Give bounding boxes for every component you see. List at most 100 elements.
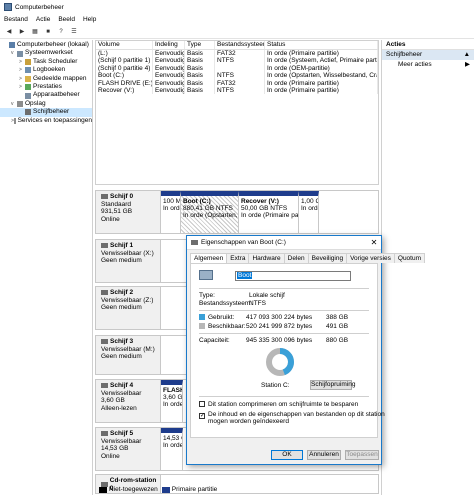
free-gb: 491 GB [326, 323, 349, 330]
disk-row[interactable]: Schijf 0Standaard931,51 GBOnline100 MBIn… [95, 190, 379, 234]
title-bar: Computerbeheer [0, 0, 474, 14]
disk-name-row: Schijf 1 [101, 242, 160, 250]
disk-icon [101, 383, 108, 389]
partition-block[interactable]: Boot (C:) 880,41 GB NTFS In orde (Opstarte… [181, 191, 239, 233]
disk-icon [101, 431, 108, 437]
properties-icon[interactable]: ■ [43, 27, 53, 37]
disk-info: Geen medium [101, 304, 142, 311]
tree-item[interactable]: > Prestaties [0, 83, 92, 91]
table-cell: (Schijf 0 partitie 1) [96, 57, 153, 65]
list-icon[interactable]: ☰ [69, 27, 79, 37]
partition-text: 1,00 GB [301, 198, 318, 205]
partition-block[interactable]: 14,53 GIn orde [161, 428, 183, 470]
index-checkbox[interactable]: ✓ [199, 413, 205, 419]
disk-info: 14,53 GB [101, 445, 129, 452]
more-actions[interactable]: Meer acties ▶ [382, 60, 474, 70]
menu-file[interactable]: Bestand [4, 16, 28, 23]
station-label: Station C: [261, 382, 290, 389]
disk-label[interactable]: Schijf 1 Verwisselbaar (X:) Geen medium [95, 239, 161, 283]
partition-text: Recover (V:) [241, 198, 279, 205]
more-actions-label: Meer acties [398, 61, 432, 68]
console-tree-icon[interactable]: ▦ [30, 27, 40, 37]
compress-checkbox[interactable] [199, 401, 205, 407]
help-icon[interactable]: ? [56, 27, 66, 37]
table-cell: In orde (Opstarten, Wisselbestand, Crash… [267, 72, 378, 80]
computer-management-icon [4, 3, 12, 11]
type-value: Lokale schijf [249, 292, 285, 299]
tree-item[interactable]: > Gedeelde mappen [0, 75, 92, 83]
actions-section-label: Schijfbeheer [386, 51, 423, 58]
actions-section[interactable]: Schijfbeheer ▲ [382, 50, 474, 60]
disk-name: Schijf 0 [110, 193, 134, 200]
tab-security[interactable]: Beveiliging [307, 253, 348, 263]
disk-label[interactable]: Schijf 5 Verwisselbaar 14,53 GB Online [95, 427, 161, 471]
menu-view[interactable]: Beeld [58, 16, 75, 23]
tree-item-label: Computerbeheer (lokaal) [17, 41, 89, 48]
col-volume[interactable]: Volume [96, 41, 153, 49]
table-row[interactable]: (Schijf 0 partitie 1) Eenvoudig Basis NTFS I… [96, 57, 378, 65]
tab-sharing[interactable]: Delen [283, 253, 309, 263]
disk-label[interactable]: Schijf 4 Verwisselbaar 3,60 GB Alleen-lezen [95, 379, 161, 423]
partition-block[interactable]: Recover (V:) 50,00 GB NTFS In orde (Primai… [239, 191, 299, 233]
used-label: Gebruikt: [208, 314, 235, 321]
back-icon[interactable]: ◀ [4, 27, 14, 37]
tree-item-label: Apparaatbeheer [33, 91, 80, 99]
tree-item[interactable]: > Task Scheduler [0, 58, 92, 66]
table-row[interactable]: (Schijf 0 partitie 4) Eenvoudig Basis In or… [96, 64, 378, 73]
col-type[interactable]: Type [185, 41, 215, 49]
table-cell: Basis [185, 64, 215, 73]
close-icon[interactable]: ✕ [367, 238, 381, 247]
disk-icon [101, 243, 108, 249]
type-row: Type: Lokale schijf [199, 292, 285, 299]
disk-label[interactable]: Schijf 0 Standaard 931,51 GB Online [95, 190, 161, 234]
disk-cleanup-button[interactable]: Schijfopruiming [310, 380, 355, 390]
col-layout[interactable]: Indeling [153, 41, 185, 49]
col-status[interactable]: Status [265, 41, 378, 49]
menu-action[interactable]: Actie [36, 16, 50, 23]
menu-help[interactable]: Help [83, 16, 96, 23]
partition-block[interactable]: 100 MBIn orde ( [161, 191, 181, 233]
table-row[interactable]: FLASH DRIVE (E:) Eenvoudig Basis FAT32 In or… [96, 79, 378, 87]
table-cell: In orde (OEM-partitie) [265, 64, 378, 73]
col-filesystem[interactable]: Bestandssysteem [215, 41, 265, 49]
tree-item[interactable]: v Systeemwerkset [0, 49, 92, 57]
disk-label[interactable]: Schijf 2 Verwisselbaar (Z:) Geen medium [95, 286, 161, 330]
tree-item[interactable]: Computerbeheer (lokaal) [0, 41, 92, 49]
table-row[interactable]: (L:) Eenvoudig Basis FAT32 In orde (Primaire… [96, 50, 378, 58]
tab-hardware[interactable]: Hardware [248, 253, 285, 263]
cancel-button[interactable]: Annuleren [307, 450, 341, 460]
drive-icon [191, 240, 198, 245]
table-cell: Basis [185, 79, 215, 87]
tab-quota[interactable]: Quotum [393, 253, 426, 263]
partition-text: 880,41 GB NTFS [183, 205, 233, 212]
forward-icon[interactable]: ▶ [17, 27, 27, 37]
partition-text: In orde (Opstarten, Wisselbe [183, 212, 238, 219]
tab-previous-versions[interactable]: Vorige versies [346, 253, 395, 263]
drive-name-input[interactable]: Boot [235, 271, 351, 281]
apply-button[interactable]: Toepassen [345, 450, 379, 460]
table-cell: Boot (C:) [96, 72, 153, 80]
dialog-title-bar[interactable]: Eigenschappen van Boot (C:) ✕ [187, 236, 381, 250]
disk-label[interactable]: Schijf 3 Verwisselbaar (M:) Geen medium [95, 335, 161, 375]
node-icon [25, 109, 31, 116]
table-row[interactable]: Recover (V:) Eenvoudig Basis NTFS In orde (P… [96, 86, 378, 95]
tree-item-label: Systeemwerkset [25, 49, 73, 57]
capacity-bytes: 945 335 300 096 bytes [246, 337, 313, 344]
node-icon [25, 92, 31, 99]
table-row[interactable]: Boot (C:) Eenvoudig Basis NTFS In orde (Opst… [96, 72, 378, 80]
capacity-row: Capaciteit: 945 335 300 096 bytes 880 GB [199, 337, 348, 344]
partition-block[interactable]: FLASH 3,60 G In orde [161, 380, 183, 422]
tree-item[interactable]: > Services en toepassingen [0, 117, 92, 125]
window-title: Computerbeheer [15, 3, 64, 11]
ok-button[interactable]: OK [271, 450, 303, 460]
tree-item[interactable]: Apparaatbeheer [0, 91, 92, 99]
collapse-icon[interactable]: ▲ [464, 50, 470, 60]
tree-item[interactable]: > Logboeken [0, 66, 92, 74]
tree-item[interactable]: v Opslag [0, 100, 92, 108]
filesystem-label: Bestandssysteem: [199, 300, 253, 307]
tree-item[interactable]: Schijfbeheer [0, 108, 92, 117]
dialog-tabs: Algemeen Extra Hardware Delen Beveiligin… [187, 250, 426, 264]
partition-block[interactable]: 1,00 GBIn orde ( [299, 191, 319, 233]
tab-extra[interactable]: Extra [226, 253, 250, 263]
table-cell: In orde (Primaire partitie) [265, 86, 378, 95]
